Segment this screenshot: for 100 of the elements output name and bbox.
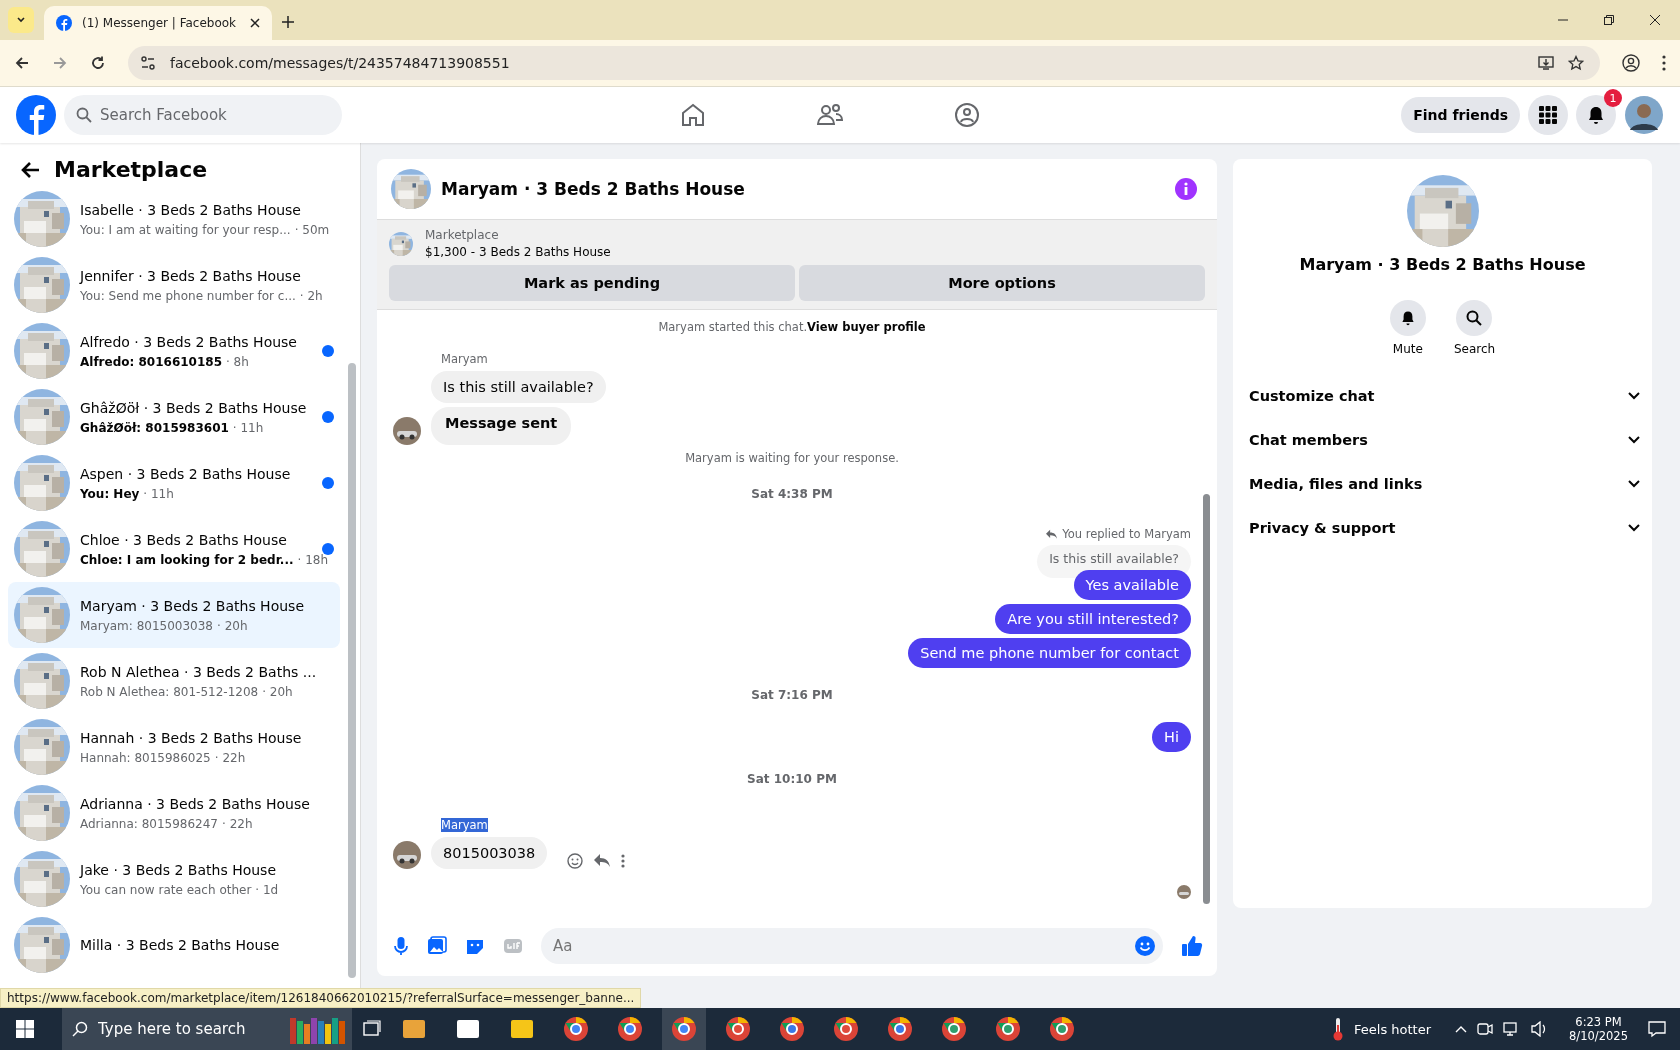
taskbar-app-icon[interactable] [662,1008,706,1050]
conversation-item[interactable]: Aspen · 3 Beds 2 Baths House You: Hey · 11h [8,450,340,516]
tab-list-button[interactable] [8,7,34,33]
groups-icon[interactable] [954,102,980,128]
conversation-title: Jake · 3 Beds 2 Baths House [80,861,277,880]
emoji-icon[interactable] [1135,936,1155,956]
chevron-up-icon[interactable] [1455,1025,1468,1033]
conversation-item[interactable]: Jennifer · 3 Beds 2 Baths House You: Send me phone number for c... · 2h [8,252,340,318]
message-preview: Chloe: I am looking for 2 bedr... [80,552,294,567]
taskbar-search-field[interactable]: Type here to search [98,1014,272,1044]
search-icon [1466,310,1483,326]
collapsible-section[interactable]: Media, files and links [1249,462,1640,506]
conversation-item[interactable]: Chloe · 3 Beds 2 Baths House Chloe: I am looking for 2 bedr... · 18h [8,516,340,582]
profile-icon[interactable] [1622,54,1640,72]
scrollbar-thumb[interactable] [348,363,356,978]
message-time: · 2h [299,288,323,303]
message-time: · 50m [294,222,330,237]
new-tab-icon[interactable] [282,16,294,28]
conversation-title: Isabelle · 3 Beds 2 Baths House [80,201,302,220]
collapsible-section[interactable]: Customize chat [1249,374,1640,418]
account-avatar[interactable] [1624,95,1664,135]
conversation-item[interactable]: Alfredo · 3 Beds 2 Baths House Alfredo: 8016610185 · 8h [8,318,340,384]
unread-dot [322,411,334,423]
menu-button[interactable] [1528,95,1568,135]
meet-now-icon[interactable] [1477,1021,1494,1037]
app-icon [725,1016,751,1042]
sender-avatar-icon [393,841,421,869]
person-icon [1625,96,1663,134]
info-icon[interactable] [1175,178,1197,200]
scrollbar-thumb[interactable] [1203,494,1210,904]
forward-icon[interactable] [52,55,68,71]
browser-tab[interactable]: (1) Messenger | Facebook [44,6,272,40]
site-settings-icon[interactable] [140,55,156,71]
taskbar-search-box[interactable]: Type here to search [62,1008,352,1050]
emoji-icon[interactable] [567,853,584,869]
collapsible-section[interactable]: Privacy & support [1249,506,1640,550]
close-icon[interactable] [250,18,260,28]
star-icon[interactable] [1568,55,1584,71]
thumbs-up-icon[interactable] [1181,935,1203,957]
task-view-icon[interactable] [362,1020,382,1038]
conversation-item[interactable]: Maryam · 3 Beds 2 Baths House Maryam: 8015003038 · 20h [8,582,340,648]
listing-action-button[interactable]: Mark as pending [389,265,795,301]
more-icon[interactable] [1662,55,1666,71]
reply-icon[interactable] [593,853,612,869]
install-icon[interactable] [1538,55,1554,71]
find-friends-button[interactable]: Find friends [1401,97,1520,133]
friends-icon[interactable] [816,102,844,128]
conversation-title: Maryam · 3 Beds 2 Baths House [80,597,305,616]
conversation-item[interactable]: Hannah · 3 Beds 2 Baths House Hannah: 8015986025 · 22h [8,714,340,780]
close-icon[interactable] [1650,15,1660,25]
bell-icon [1586,105,1606,125]
message-time: · 22h [222,816,253,831]
conversation-item[interactable]: Jake · 3 Beds 2 Baths House You can now rate each other · 1d [8,846,340,912]
chevron-down-icon [1628,392,1640,400]
message-time: · 20h [217,618,248,633]
incoming-message: Message sent [431,407,572,445]
listing-action-button[interactable]: More options [799,265,1205,301]
notifications-button[interactable] [1576,95,1616,135]
restore-icon[interactable] [1604,15,1614,25]
incoming-message: Is this still available? [431,371,606,403]
search-field[interactable]: Search Facebook [100,100,330,130]
microphone-icon[interactable] [393,936,409,956]
outgoing-message: Hi [1152,722,1191,752]
message-time: · 22h [214,750,246,765]
reply-icon [1045,528,1059,540]
conversation-item[interactable]: GhâžØöł · 3 Beds 2 Baths House GhâžØöł: 8015983601 · 11h [8,384,340,450]
more-icon[interactable] [621,853,626,869]
section-title: Marketplace [54,157,208,182]
caret-icon [16,15,26,25]
back-icon[interactable] [14,55,30,71]
conversation-title: Chloe · 3 Beds 2 Baths House [80,531,288,550]
weather-label[interactable]: Feels hotter [1354,1021,1432,1037]
conversation-item[interactable]: Rob N Alethea · 3 Beds 2 Baths ... Rob N Alethea: 801-512-1208 · 20h [8,648,340,714]
message-preview: Rob N Alethea: 801-512-1208 [80,684,259,699]
timestamp: Sat 4:38 PM [751,487,833,501]
back-arrow-icon[interactable] [20,160,40,179]
conversation-item[interactable]: Milla · 3 Beds 2 Baths House [8,912,340,978]
message-field[interactable]: Aa [553,931,1135,961]
home-icon[interactable] [680,102,706,128]
conversation-item[interactable]: Adrianna · 3 Beds 2 Baths House Adrianna: 8015986247 · 22h [8,780,340,846]
app-icon [995,1016,1021,1042]
reload-icon[interactable] [90,55,106,71]
address-bar[interactable]: facebook.com/messages/t/24357484713908551 [128,46,1600,80]
collapsible-section[interactable]: Chat members [1249,418,1640,462]
message-box[interactable]: Aa [541,928,1163,964]
listing-name[interactable]: $1,300 - 3 Beds 2 Baths House [425,245,611,259]
search-box[interactable]: Search Facebook [64,95,342,135]
buyer-profile-link[interactable]: View buyer profile [807,320,926,334]
app-icon [563,1016,589,1042]
windows-start-icon[interactable] [16,1020,34,1038]
notifications-icon[interactable] [1648,1020,1666,1038]
message-preview: Hannah: 8015986025 [80,750,211,765]
facebook-logo-icon[interactable] [16,95,56,135]
photo-icon[interactable] [427,936,447,956]
conversation-item[interactable]: Isabelle · 3 Beds 2 Baths House You: I am at waiting for your resp... · 50m [8,186,340,252]
message-preview: GhâžØöł: 8015983601 [80,420,229,435]
outgoing-message: Yes available [1073,570,1191,600]
app-icon [1049,1016,1075,1042]
chat-name: Maryam · 3 Beds 2 Baths House [1299,255,1586,274]
clock[interactable]: 6:23 PM 8/10/2025 [1569,1015,1628,1043]
